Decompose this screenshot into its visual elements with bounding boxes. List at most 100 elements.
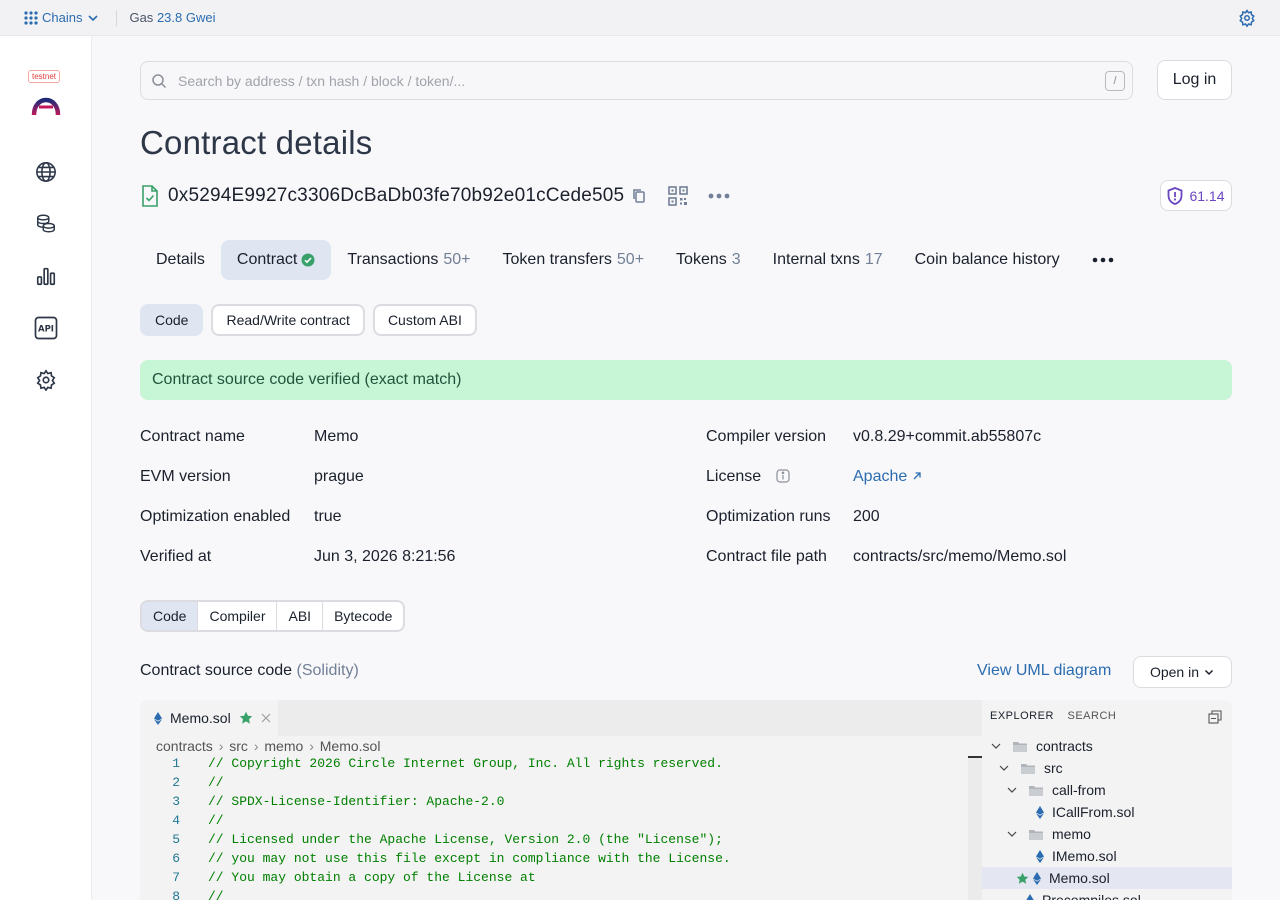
segment-abi[interactable]: ABI (277, 602, 324, 630)
settings-icon[interactable] (33, 367, 59, 393)
explorer-tab[interactable]: EXPLORER (990, 710, 1054, 722)
subtab-custom-abi[interactable]: Custom ABI (372, 304, 477, 336)
code-text: // Licensed under the Apache License, Ve… (208, 832, 723, 847)
tab-label: Internal txns (772, 251, 860, 268)
security-score-badge[interactable]: 61.14 (1160, 180, 1232, 211)
breadcrumb-item[interactable]: Memo.sol (320, 738, 381, 754)
detail-key: EVM version (140, 468, 231, 485)
tree-file-memo-sol[interactable]: Memo.sol (982, 867, 1232, 889)
star-icon (1016, 872, 1029, 884)
tree-folder-call-from[interactable]: call-from (982, 779, 1232, 801)
tree-folder-src[interactable]: src (982, 757, 1232, 779)
info-icon[interactable] (776, 469, 790, 483)
collapse-all-icon[interactable] (1208, 710, 1222, 724)
qr-code-icon[interactable] (668, 186, 689, 206)
breadcrumb-item[interactable]: src (229, 738, 248, 754)
tree-label: src (1044, 760, 1063, 776)
svg-text:API: API (38, 325, 54, 335)
tab-token-transfers[interactable]: Token transfers 50+ (487, 240, 661, 280)
tree-label: memo (1052, 826, 1091, 842)
tab-label: Token transfers (502, 251, 612, 268)
line-number: 4 (172, 813, 180, 828)
main-content: Search by address / txn hash / block / t… (92, 36, 1280, 900)
tabs-more-button[interactable] (1076, 240, 1130, 280)
line-number: 3 (172, 794, 180, 809)
tab-details[interactable]: Details (140, 240, 221, 280)
breadcrumb-item[interactable]: contracts (156, 738, 213, 754)
ethereum-icon (1036, 805, 1044, 819)
more-options-icon[interactable] (708, 193, 730, 199)
tree-file-icallfrom-sol[interactable]: ICallFrom.sol (982, 801, 1232, 823)
testnet-badge: testnet (28, 70, 61, 83)
login-button[interactable]: Log in (1157, 60, 1232, 100)
api-icon[interactable]: API (33, 315, 59, 341)
tokens-coins-icon[interactable] (33, 211, 59, 237)
tabs: Details Contract Transactions 50+ Token t… (140, 240, 1130, 280)
search-placeholder: Search by address / txn hash / block / t… (178, 72, 466, 89)
scroll-indicator (968, 756, 982, 758)
tab-transactions[interactable]: Transactions 50+ (331, 240, 486, 280)
breadcrumb-separator: › (253, 738, 259, 754)
open-in-dropdown[interactable]: Open in (1133, 656, 1232, 688)
tree-file-precompiles-sol[interactable]: Precompiles.sol (982, 889, 1232, 900)
view-uml-diagram-link[interactable]: View UML diagram (977, 662, 1111, 680)
tree-label: Memo.sol (1049, 870, 1110, 886)
license-link[interactable]: Apache (853, 468, 922, 486)
code-area[interactable]: 1 // Copyright 2026 Circle Internet Group… (140, 756, 968, 900)
source-code-title: Contract source code (140, 662, 293, 679)
tree-folder-contracts[interactable]: contracts (982, 735, 1232, 757)
stats-chart-icon[interactable] (33, 263, 59, 289)
divider (116, 9, 118, 26)
open-in-label: Open in (1149, 664, 1200, 680)
star-icon[interactable] (239, 711, 253, 725)
segment-compiler[interactable]: Compiler (198, 602, 278, 630)
chevron-down-icon (1007, 787, 1017, 793)
code-line: 4 // (140, 813, 968, 832)
editor-tab-label: Memo.sol (170, 710, 231, 726)
code-text: // (208, 889, 224, 900)
top-bar: Chains Gas 23.8 Gwei (0, 0, 1280, 36)
gas-value: 23.8 Gwei (156, 10, 216, 25)
copy-icon[interactable] (632, 188, 646, 204)
line-number: 8 (172, 889, 180, 900)
subtab-read-write-contract[interactable]: Read/Write contract (211, 304, 365, 336)
globe-icon[interactable] (33, 159, 59, 185)
ethereum-icon (1026, 893, 1034, 900)
address-row: 0x5294E9927c3306DcBaDb03fe70b92e01cCede5… (140, 182, 730, 210)
tab-contract[interactable]: Contract (220, 240, 332, 280)
editor-tab-memo-sol[interactable]: Memo.sol (140, 700, 278, 736)
search-tab[interactable]: SEARCH (1067, 710, 1116, 722)
tab-label: Coin balance history (914, 251, 1060, 268)
subtab-code[interactable]: Code (140, 304, 204, 336)
gas-label: Gas (129, 10, 154, 25)
tree-label: call-from (1052, 782, 1106, 798)
tab-tokens[interactable]: Tokens 3 (660, 240, 757, 280)
detail-value: v0.8.29+commit.ab55807c (853, 428, 1042, 445)
segment-code[interactable]: Code (142, 602, 199, 630)
tree-file-imemo-sol[interactable]: IMemo.sol (982, 845, 1232, 867)
tree-folder-memo[interactable]: memo (982, 823, 1232, 845)
network-logo[interactable]: testnet (28, 70, 64, 118)
settings-gear-icon[interactable] (1238, 9, 1256, 27)
code-scrollbar[interactable] (968, 756, 982, 900)
more-icon (1092, 257, 1113, 263)
segment-bytecode[interactable]: Bytecode (323, 602, 403, 630)
folder-open-icon (1013, 741, 1027, 752)
breadcrumb-item[interactable]: memo (264, 738, 303, 754)
tab-internal-txns[interactable]: Internal txns 17 (757, 240, 899, 280)
contract-file-icon (142, 185, 158, 207)
code-text: // You may obtain a copy of the License … (208, 870, 536, 885)
code-line: 3 // SPDX-License-Identifier: Apache-2.0 (140, 794, 968, 813)
code-line: 8 // (140, 889, 968, 900)
chevron-down-icon (1204, 669, 1214, 676)
arc-logo-icon (31, 97, 61, 116)
ethereum-icon (1033, 871, 1041, 885)
close-icon[interactable] (261, 713, 271, 723)
verified-check-icon (301, 253, 315, 267)
tab-coin-balance-history[interactable]: Coin balance history (899, 240, 1076, 280)
source-code-heading: Contract source code (Solidity) (140, 662, 359, 680)
chains-menu-button[interactable]: Chains (24, 10, 104, 25)
search-icon (152, 74, 167, 89)
search-input[interactable]: Search by address / txn hash / block / t… (140, 61, 1133, 100)
line-number: 6 (172, 851, 180, 866)
